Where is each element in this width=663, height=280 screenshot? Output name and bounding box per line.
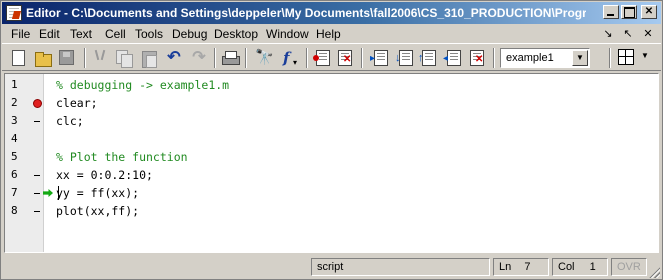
status-ovr-text: OVR bbox=[617, 261, 641, 273]
code-line[interactable]: 6 xx = 0:0.2:10; bbox=[5, 166, 658, 184]
line-number: 1 bbox=[11, 78, 18, 91]
breakpoint-slot-dash[interactable] bbox=[31, 186, 43, 200]
step-out-icon[interactable] bbox=[418, 50, 436, 66]
code-text[interactable]: yy = ff(xx); bbox=[56, 186, 139, 200]
line-number: 5 bbox=[11, 150, 18, 163]
undo-icon[interactable]: ↶ bbox=[165, 49, 183, 67]
find-binoculars-icon[interactable]: 🔭 bbox=[255, 49, 274, 67]
code-text[interactable]: xx = 0:0.2:10; bbox=[56, 168, 153, 182]
code-text[interactable]: clear; bbox=[56, 96, 98, 110]
clear-breakpoints-icon[interactable] bbox=[338, 50, 352, 66]
status-mode: script bbox=[311, 258, 490, 276]
line-number: 7 bbox=[11, 186, 18, 199]
function-browser-icon[interactable]: f bbox=[283, 49, 301, 71]
close-document-icon[interactable]: ✕ bbox=[642, 27, 654, 40]
status-ln-value: 7 bbox=[524, 261, 531, 273]
chevron-down-icon[interactable]: ▼ bbox=[572, 50, 588, 66]
set-breakpoint-icon[interactable] bbox=[313, 50, 330, 66]
step-icon[interactable] bbox=[370, 50, 388, 66]
menu-text[interactable]: Text bbox=[70, 27, 92, 41]
chevron-down-icon[interactable]: ▼ bbox=[641, 51, 649, 60]
undock-icon[interactable]: ↘ bbox=[602, 27, 614, 40]
line-number: 8 bbox=[11, 204, 18, 217]
print-icon[interactable] bbox=[221, 49, 240, 67]
minimize-button[interactable] bbox=[603, 5, 619, 19]
menu-tools[interactable]: Tools bbox=[135, 27, 163, 41]
status-mode-text: script bbox=[317, 261, 344, 273]
code-line[interactable]: 7 yy = ff(xx); bbox=[5, 184, 658, 202]
code-text[interactable]: plot(xx,ff); bbox=[56, 204, 139, 218]
line-number: 3 bbox=[11, 114, 18, 127]
menu-help[interactable]: Help bbox=[316, 27, 341, 41]
new-file-icon[interactable] bbox=[12, 50, 25, 66]
layout-grid-button[interactable]: ▼ bbox=[617, 48, 655, 68]
code-line[interactable]: 5 % Plot the function bbox=[5, 148, 658, 166]
code-text[interactable]: % Plot the function bbox=[56, 150, 188, 164]
line-number: 4 bbox=[11, 132, 18, 145]
status-col-value: 1 bbox=[589, 261, 596, 273]
toolbar-separator bbox=[306, 48, 308, 68]
code-line[interactable]: 8 plot(xx,ff); bbox=[5, 202, 658, 220]
code-editor[interactable]: 1 % debugging -> example1.m 2 clear; 3 c… bbox=[4, 73, 659, 253]
menu-bar: File Edit Text Cell Tools Debug Desktop … bbox=[2, 24, 661, 43]
execution-arrow-icon bbox=[43, 186, 55, 200]
menu-debug[interactable]: Debug bbox=[172, 27, 207, 41]
toolbar-separator bbox=[361, 48, 363, 68]
stack-select[interactable]: example1 ▼ bbox=[500, 48, 590, 68]
menu-window[interactable]: Window bbox=[266, 27, 309, 41]
code-line[interactable]: 3 clc; bbox=[5, 112, 658, 130]
code-line[interactable]: 4 bbox=[5, 130, 658, 148]
menu-file[interactable]: File bbox=[11, 27, 30, 41]
toolbar-separator bbox=[245, 48, 247, 68]
code-text[interactable]: clc; bbox=[56, 114, 84, 128]
status-col-label: Col bbox=[558, 261, 575, 273]
menu-cell[interactable]: Cell bbox=[105, 27, 126, 41]
status-column: Col 1 bbox=[552, 258, 608, 276]
grid-layout-icon bbox=[618, 49, 634, 65]
code-line[interactable]: 1 % debugging -> example1.m bbox=[5, 76, 658, 94]
toolbar-separator bbox=[214, 48, 216, 68]
breakpoint-slot-dash[interactable] bbox=[31, 114, 43, 128]
resize-grip-icon[interactable] bbox=[648, 266, 660, 278]
open-folder-icon[interactable] bbox=[34, 49, 52, 67]
continue-icon[interactable] bbox=[443, 50, 461, 66]
step-in-icon[interactable] bbox=[395, 50, 413, 66]
status-line: Ln 7 bbox=[493, 258, 549, 276]
dock-icon[interactable]: ↖ bbox=[622, 27, 634, 40]
window-title: Editor - C:\Documents and Settings\deppe… bbox=[26, 6, 586, 20]
text-cursor bbox=[58, 186, 59, 200]
status-ln-label: Ln bbox=[499, 261, 512, 273]
redo-icon[interactable]: ↷ bbox=[190, 49, 208, 67]
menu-edit[interactable]: Edit bbox=[39, 27, 60, 41]
toolbar: ↶ ↷ 🔭 f example1 ▼ ▼ bbox=[2, 43, 661, 71]
exit-debug-icon[interactable] bbox=[470, 50, 484, 66]
editor-window: Editor - C:\Documents and Settings\deppe… bbox=[0, 0, 663, 280]
toolbar-separator bbox=[84, 48, 86, 68]
toolbar-separator bbox=[493, 48, 495, 68]
close-button[interactable]: ✕ bbox=[641, 5, 657, 19]
maximize-button[interactable] bbox=[621, 5, 637, 19]
status-ovr: OVR bbox=[611, 258, 647, 276]
line-number: 2 bbox=[11, 96, 18, 109]
save-icon[interactable] bbox=[59, 50, 74, 65]
editor-app-icon bbox=[6, 5, 22, 21]
breakpoint-icon[interactable] bbox=[31, 96, 43, 110]
stack-select-value: example1 bbox=[506, 52, 554, 64]
line-number: 6 bbox=[11, 168, 18, 181]
paste-icon[interactable] bbox=[140, 49, 158, 68]
breakpoint-slot-dash[interactable] bbox=[31, 204, 43, 218]
menu-desktop[interactable]: Desktop bbox=[214, 27, 258, 41]
code-text[interactable]: % debugging -> example1.m bbox=[56, 78, 229, 92]
code-line[interactable]: 2 clear; bbox=[5, 94, 658, 112]
breakpoint-slot-dash[interactable] bbox=[31, 168, 43, 182]
title-bar[interactable]: Editor - C:\Documents and Settings\deppe… bbox=[2, 2, 661, 24]
copy-icon[interactable] bbox=[115, 49, 133, 68]
toolbar-separator bbox=[609, 48, 611, 68]
status-bar: script Ln 7 Col 1 OVR bbox=[2, 255, 661, 279]
cut-icon[interactable] bbox=[92, 49, 110, 67]
